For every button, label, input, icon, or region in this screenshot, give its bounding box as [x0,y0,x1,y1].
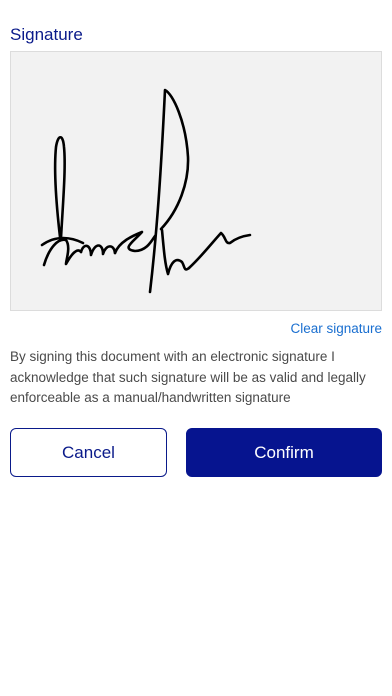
confirm-button[interactable]: Confirm [186,428,382,477]
signature-title: Signature [10,25,83,44]
signature-disclaimer: By signing this document with an electro… [10,349,366,405]
cancel-button[interactable]: Cancel [10,428,167,477]
signature-screen: Signature Clear signature By signing thi… [0,0,392,696]
signature-pad[interactable] [10,51,382,311]
signature-drawing [40,88,252,294]
clear-signature-link[interactable]: Clear signature [290,321,382,336]
